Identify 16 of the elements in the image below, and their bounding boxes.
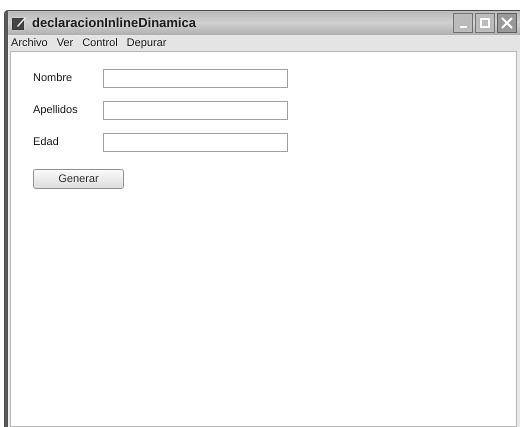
close-button[interactable] <box>497 13 517 33</box>
field-label: Apellidos <box>33 103 79 118</box>
maximize-button[interactable] <box>475 13 495 33</box>
input-field[interactable] <box>103 133 288 152</box>
menu-item[interactable]: Control <box>82 34 118 52</box>
menu-item[interactable]: Depurar <box>126 34 166 52</box>
app-icon <box>11 15 27 31</box>
field-label: Nombre <box>33 71 74 86</box>
generate-button[interactable]: Generar <box>33 169 124 189</box>
input-field[interactable] <box>103 101 288 120</box>
menu-item[interactable]: Ver <box>56 34 74 52</box>
minimize-button[interactable] <box>453 13 473 33</box>
field-label: Edad <box>33 135 60 150</box>
menu-item[interactable]: Archivo <box>11 34 48 52</box>
input-field[interactable] <box>103 69 288 88</box>
window-title: declaracionInlineDinamica <box>32 14 196 32</box>
